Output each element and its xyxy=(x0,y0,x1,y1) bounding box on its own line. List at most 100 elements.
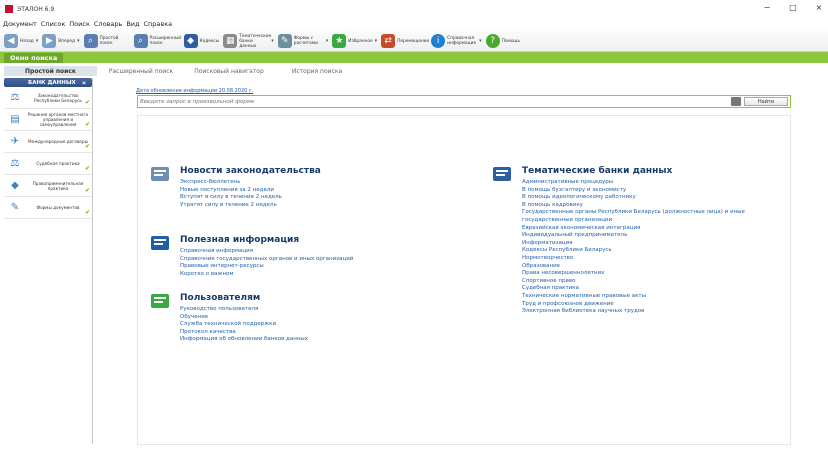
window-controls: − □ × xyxy=(760,3,826,12)
toolbar-label: Помощь xyxy=(501,38,520,44)
menu-list[interactable]: Список xyxy=(41,20,66,28)
chevron-down-icon[interactable]: ▾ xyxy=(326,38,329,44)
section-link[interactable]: В помощь бухгалтеру и экономисту xyxy=(522,187,772,195)
check-icon: ✔ xyxy=(84,121,90,128)
chevron-down-icon[interactable]: ▾ xyxy=(36,38,39,44)
close-button[interactable]: × xyxy=(812,3,826,12)
check-icon: ✔ xyxy=(84,187,90,194)
toolbar-button-8[interactable]: ⇄ Перемещение xyxy=(381,33,430,50)
section-link[interactable]: Технические нормативные правовые акты xyxy=(522,293,772,301)
toolbar-button-10[interactable]: ? Помощь xyxy=(485,33,520,50)
chevron-down-icon[interactable]: ▾ xyxy=(271,38,274,44)
sidebar-item-0[interactable]: ⚖ Законодательство Республики Беларусь ✔ xyxy=(4,87,92,109)
news-icon xyxy=(148,164,172,184)
toolbar-button-2[interactable]: ⌕ Простой поиск xyxy=(83,33,130,50)
section-link[interactable]: Образование xyxy=(522,263,772,271)
menu-help[interactable]: Справка xyxy=(144,20,173,28)
section-link[interactable]: Экспресс-бюллетень xyxy=(180,179,282,187)
keyboard-icon[interactable] xyxy=(731,97,741,106)
sidebar-item-3[interactable]: ⚖ Судебная практика ✔ xyxy=(4,153,92,175)
section-link[interactable]: Коротко о важном xyxy=(180,271,353,279)
toolbar-button-6[interactable]: ✎ Формы с расчетами ▾ xyxy=(277,33,329,50)
forms-documents-icon: ✎ xyxy=(10,202,20,213)
section-link[interactable]: В помощь идеологическому работнику xyxy=(522,194,772,202)
section-link[interactable]: Государственные органы Республики Белару… xyxy=(522,209,772,224)
section-link[interactable]: Информатизация xyxy=(522,240,772,248)
section-link[interactable]: Протокол качества xyxy=(180,329,308,337)
sidebar-item-label: Законодательство Республики Беларусь xyxy=(34,92,82,103)
section-link[interactable]: Индивидуальный предприниматель xyxy=(522,232,772,240)
maximize-button[interactable]: □ xyxy=(786,3,800,12)
useful-info-icon xyxy=(148,233,172,253)
app-logo-icon xyxy=(5,5,13,13)
toolbar-button-5[interactable]: ▦ Тематические банки данных ▾ xyxy=(223,33,274,50)
toolbar-label: Назад xyxy=(20,38,34,44)
menu-document[interactable]: Документ xyxy=(3,20,37,28)
sidebar-item-2[interactable]: ✈ Международные договоры ✔ xyxy=(4,131,92,153)
menu-view[interactable]: Вид xyxy=(126,20,139,28)
section-link[interactable]: Нормотворчество xyxy=(522,255,772,263)
section-links: Экспресс-бюллетень Новые поступления за 2… xyxy=(180,179,282,209)
section-link[interactable]: В помощь кадровику xyxy=(522,202,772,210)
chevron-down-icon[interactable]: ▾ xyxy=(479,38,482,44)
search-icon: ⌕ xyxy=(83,34,98,48)
section-link[interactable]: Справочник государственных органов и ины… xyxy=(180,256,353,264)
sidebar-item-label: Правоприменительная практика xyxy=(32,180,84,191)
sidebar-item-4[interactable]: ◆ Правоприменительная практика ✔ xyxy=(4,175,92,197)
section-link[interactable]: Новые поступления за 2 недели xyxy=(180,187,282,195)
section-links: Руководство пользователя Обучение Служба т… xyxy=(180,306,308,344)
menu-dictionary[interactable]: Словарь xyxy=(94,20,122,28)
section-link[interactable]: Вступят в силу в течение 2 недель xyxy=(180,194,282,202)
toolbar-label: Перемещение xyxy=(397,38,430,44)
back-arrow-icon: ◀ xyxy=(4,34,18,48)
toolbar-button-7[interactable]: ★ Избранное ▾ xyxy=(332,33,377,50)
tab-simple-search[interactable]: Простой поиск xyxy=(4,66,97,76)
section-link[interactable]: Кодексы Республики Беларусь xyxy=(522,247,772,255)
toolbar-button-4[interactable]: ◆ Кодексы xyxy=(183,33,219,50)
tab-advanced-search[interactable]: Расширенный поиск xyxy=(97,66,185,76)
toolbar-button-0[interactable]: ◀ Назад ▾ xyxy=(4,33,38,50)
minimize-button[interactable]: − xyxy=(760,3,774,12)
court-icon: ⚖ xyxy=(10,158,20,169)
users-icon xyxy=(148,291,172,311)
chevron-down-icon[interactable]: ▾ xyxy=(77,38,80,44)
section-link[interactable]: Административные процедуры xyxy=(522,179,772,187)
section-link[interactable]: Утратят силу в течение 2 недель xyxy=(180,202,282,210)
search-input[interactable] xyxy=(140,97,730,106)
find-button[interactable]: Найти xyxy=(744,97,788,106)
forms-icon: ✎ xyxy=(277,34,292,48)
collapse-icon[interactable]: « xyxy=(82,79,87,87)
window-title: ЭТАЛОН 6.9 xyxy=(17,5,55,13)
codex-icon: ◆ xyxy=(183,34,198,48)
sidebar-item-5[interactable]: ✎ Формы документов ✔ xyxy=(4,197,92,219)
section-link[interactable]: Труд и профсоюзное движение xyxy=(522,301,772,309)
toolbar-button-9[interactable]: i Справочная информация ▾ xyxy=(431,33,482,50)
section-link[interactable]: Руководство пользователя xyxy=(180,306,308,314)
sidebar-item-label: Формы документов xyxy=(36,205,80,210)
section-link[interactable]: Информация об обновлении банков данных xyxy=(180,336,308,344)
section-link[interactable]: Правовые интернет-ресурсы xyxy=(180,263,353,271)
tab-search-navigator[interactable]: Поисковый навигатор xyxy=(185,66,273,76)
section-links: Справочная информация Справочник государс… xyxy=(180,248,353,278)
section-link[interactable]: Права несовершеннолетних xyxy=(522,270,772,278)
tab-search-history[interactable]: История поиска xyxy=(273,66,361,76)
sidebar-header-label: БАНК ДАННЫХ xyxy=(28,79,76,86)
section-link[interactable]: Служба технической поддержки xyxy=(180,321,308,329)
update-date-link[interactable]: Дата обновления информации 20.08.2020 г. xyxy=(136,88,253,94)
toolbar: ◀ Назад ▾ ▶ Вперед ▾ ⌕ Простой поиск ⌕ Расширенны… xyxy=(0,31,828,52)
databases-icon xyxy=(490,164,514,184)
section-link[interactable]: Справочная информация xyxy=(180,248,353,256)
section-link[interactable]: Электронная библиотека научных трудов xyxy=(522,308,772,316)
toolbar-button-1[interactable]: ▶ Вперед ▾ xyxy=(42,33,80,50)
section-link[interactable]: Судебная практика xyxy=(522,285,772,293)
toolbar-button-3[interactable]: ⌕ Расширенный поиск xyxy=(133,33,181,50)
chevron-down-icon[interactable]: ▾ xyxy=(375,38,378,44)
section-link[interactable]: Спортивное право xyxy=(522,278,772,286)
sidebar-item-1[interactable]: ▤ Решения органов местного управления и с… xyxy=(4,109,92,131)
toolbar-label: Справочная информация xyxy=(447,36,476,46)
menu-search[interactable]: Поиск xyxy=(69,20,90,28)
forward-arrow-icon: ▶ xyxy=(42,34,57,48)
check-icon: ✔ xyxy=(84,143,90,150)
tab-search-window[interactable]: Окно поиска xyxy=(4,53,64,63)
enforcement-icon: ◆ xyxy=(11,180,19,191)
